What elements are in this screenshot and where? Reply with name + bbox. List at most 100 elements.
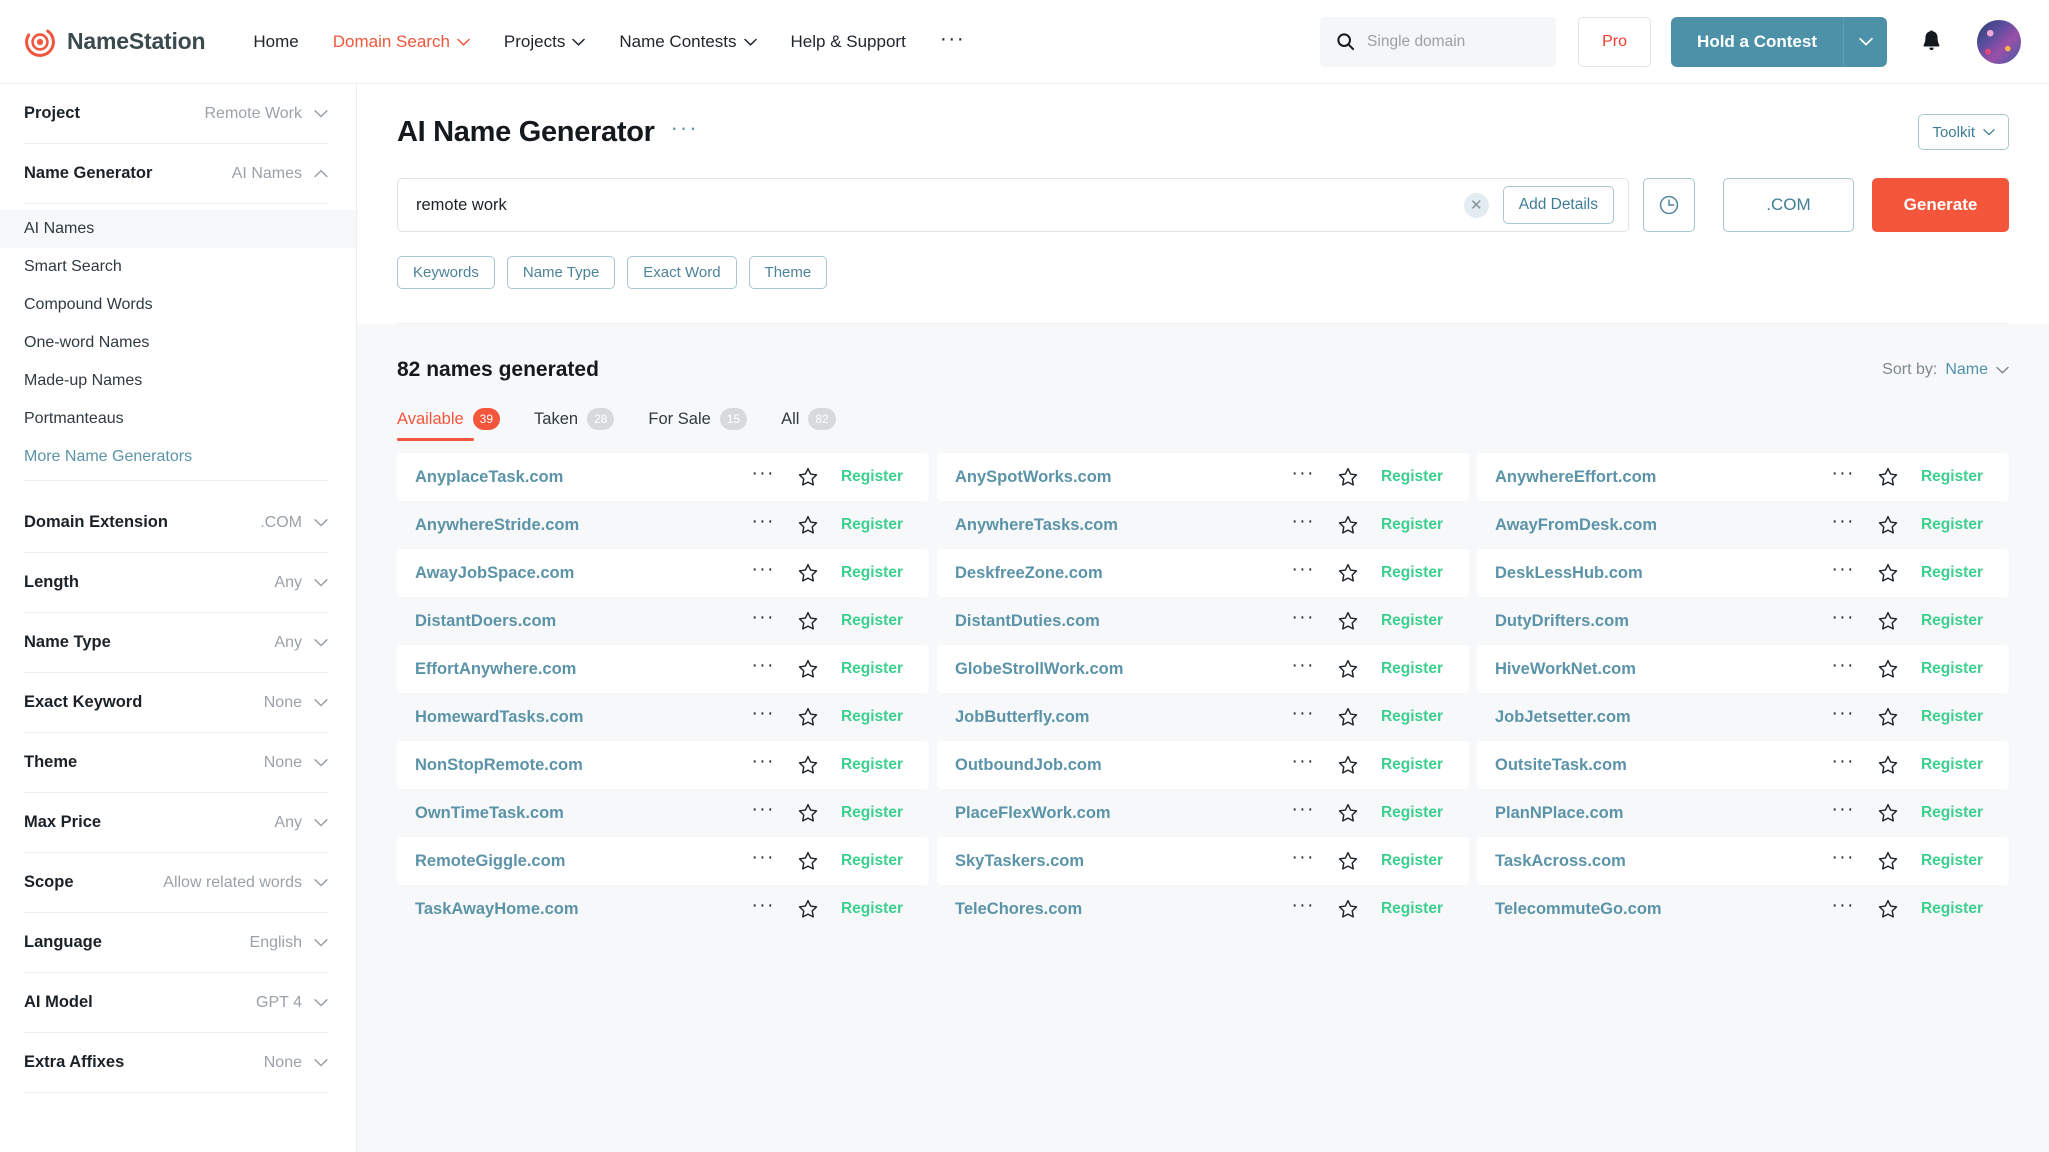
filter-language[interactable]: Language English <box>24 913 328 973</box>
domain-name-link[interactable]: DistantDoers.com <box>415 612 556 631</box>
register-link[interactable]: Register <box>841 852 903 870</box>
register-link[interactable]: Register <box>1921 708 1983 726</box>
sidebar-item-made-up-names[interactable]: Made-up Names <box>0 362 356 400</box>
favorite-star-button[interactable] <box>1877 466 1899 488</box>
favorite-star-button[interactable] <box>797 754 819 776</box>
register-link[interactable]: Register <box>1921 564 1983 582</box>
row-overflow-menu-icon[interactable]: ··· <box>1291 608 1314 634</box>
favorite-star-button[interactable] <box>1877 658 1899 680</box>
row-overflow-menu-icon[interactable]: ··· <box>1291 512 1314 538</box>
favorite-star-button[interactable] <box>797 514 819 536</box>
domain-name-link[interactable]: AnywhereStride.com <box>415 516 579 535</box>
favorite-star-button[interactable] <box>797 706 819 728</box>
filter-theme[interactable]: Theme None <box>24 733 328 793</box>
favorite-star-button[interactable] <box>1877 898 1899 920</box>
domain-name-link[interactable]: SkyTaskers.com <box>955 852 1084 871</box>
domain-name-link[interactable]: JobButterfly.com <box>955 708 1089 727</box>
favorite-star-button[interactable] <box>797 850 819 872</box>
favorite-star-button[interactable] <box>1337 658 1359 680</box>
single-domain-search[interactable]: Single domain <box>1320 17 1556 67</box>
favorite-star-button[interactable] <box>797 898 819 920</box>
favorite-star-button[interactable] <box>1877 802 1899 824</box>
clear-keyword-icon[interactable]: ✕ <box>1464 193 1489 218</box>
register-link[interactable]: Register <box>841 564 903 582</box>
favorite-star-button[interactable] <box>1877 850 1899 872</box>
domain-name-link[interactable]: EffortAnywhere.com <box>415 660 576 679</box>
filter-length[interactable]: Length Any <box>24 553 328 613</box>
row-overflow-menu-icon[interactable]: ··· <box>751 512 774 538</box>
domain-name-link[interactable]: OutsiteTask.com <box>1495 756 1627 775</box>
register-link[interactable]: Register <box>1921 660 1983 678</box>
domain-name-link[interactable]: RemoteGiggle.com <box>415 852 565 871</box>
row-overflow-menu-icon[interactable]: ··· <box>1291 896 1314 922</box>
domain-name-link[interactable]: TaskAwayHome.com <box>415 900 579 919</box>
register-link[interactable]: Register <box>841 900 903 918</box>
row-overflow-menu-icon[interactable]: ··· <box>751 464 774 490</box>
hold-a-contest-dropdown[interactable] <box>1843 17 1887 67</box>
favorite-star-button[interactable] <box>1337 898 1359 920</box>
row-overflow-menu-icon[interactable]: ··· <box>751 608 774 634</box>
row-overflow-menu-icon[interactable]: ··· <box>1831 656 1854 682</box>
row-overflow-menu-icon[interactable]: ··· <box>1831 800 1854 826</box>
row-overflow-menu-icon[interactable]: ··· <box>1291 656 1314 682</box>
domain-name-link[interactable]: GlobeStrollWork.com <box>955 660 1123 679</box>
domain-name-link[interactable]: DutyDrifters.com <box>1495 612 1629 631</box>
domain-name-link[interactable]: PlaceFlexWork.com <box>955 804 1111 823</box>
sidebar-project-row[interactable]: Project Remote Work <box>24 84 328 144</box>
register-link[interactable]: Register <box>1921 804 1983 822</box>
row-overflow-menu-icon[interactable]: ··· <box>1831 896 1854 922</box>
chip-theme[interactable]: Theme <box>749 256 828 289</box>
user-avatar[interactable] <box>1977 20 2021 64</box>
chip-keywords[interactable]: Keywords <box>397 256 495 289</box>
register-link[interactable]: Register <box>1381 756 1443 774</box>
register-link[interactable]: Register <box>1381 516 1443 534</box>
add-details-button[interactable]: Add Details <box>1503 186 1614 224</box>
favorite-star-button[interactable] <box>797 610 819 632</box>
row-overflow-menu-icon[interactable]: ··· <box>751 800 774 826</box>
favorite-star-button[interactable] <box>1337 562 1359 584</box>
domain-name-link[interactable]: DistantDuties.com <box>955 612 1100 631</box>
row-overflow-menu-icon[interactable]: ··· <box>751 560 774 586</box>
domain-name-link[interactable]: TeleChores.com <box>955 900 1082 919</box>
filter-name-type[interactable]: Name Type Any <box>24 613 328 673</box>
row-overflow-menu-icon[interactable]: ··· <box>751 704 774 730</box>
favorite-star-button[interactable] <box>1337 466 1359 488</box>
filter-max-price[interactable]: Max Price Any <box>24 793 328 853</box>
row-overflow-menu-icon[interactable]: ··· <box>1831 704 1854 730</box>
nav-item-name-contests[interactable]: Name Contests <box>619 32 756 52</box>
nav-item-help-support[interactable]: Help & Support <box>791 32 906 52</box>
favorite-star-button[interactable] <box>1877 562 1899 584</box>
tld-selector-button[interactable]: .COM <box>1723 178 1854 232</box>
domain-name-link[interactable]: AwayJobSpace.com <box>415 564 574 583</box>
sidebar-item-compound-words[interactable]: Compound Words <box>0 286 356 324</box>
brand-logo[interactable]: NameStation <box>24 26 205 58</box>
register-link[interactable]: Register <box>1921 612 1983 630</box>
favorite-star-button[interactable] <box>1877 754 1899 776</box>
filter-extra-affixes[interactable]: Extra Affixes None <box>24 1033 328 1093</box>
register-link[interactable]: Register <box>1921 468 1983 486</box>
register-link[interactable]: Register <box>1921 756 1983 774</box>
register-link[interactable]: Register <box>841 612 903 630</box>
favorite-star-button[interactable] <box>797 802 819 824</box>
nav-overflow-menu-icon[interactable]: ··· <box>940 28 965 55</box>
row-overflow-menu-icon[interactable]: ··· <box>1831 608 1854 634</box>
register-link[interactable]: Register <box>1381 708 1443 726</box>
generate-button[interactable]: Generate <box>1872 178 2009 232</box>
chip-name-type[interactable]: Name Type <box>507 256 615 289</box>
row-overflow-menu-icon[interactable]: ··· <box>1291 848 1314 874</box>
filter-exact-keyword[interactable]: Exact Keyword None <box>24 673 328 733</box>
register-link[interactable]: Register <box>841 660 903 678</box>
keyword-input[interactable] <box>416 196 1464 215</box>
register-link[interactable]: Register <box>1921 900 1983 918</box>
row-overflow-menu-icon[interactable]: ··· <box>1831 512 1854 538</box>
filter-domain-extension[interactable]: Domain Extension .COM <box>24 493 328 553</box>
domain-name-link[interactable]: OutboundJob.com <box>955 756 1102 775</box>
sidebar-name-generator-row[interactable]: Name Generator AI Names <box>24 144 328 204</box>
favorite-star-button[interactable] <box>1337 514 1359 536</box>
pro-button[interactable]: Pro <box>1578 17 1651 67</box>
register-link[interactable]: Register <box>1381 804 1443 822</box>
nav-item-domain-search[interactable]: Domain Search <box>333 32 470 52</box>
domain-name-link[interactable]: AnyplaceTask.com <box>415 468 563 487</box>
row-overflow-menu-icon[interactable]: ··· <box>751 896 774 922</box>
register-link[interactable]: Register <box>1381 900 1443 918</box>
